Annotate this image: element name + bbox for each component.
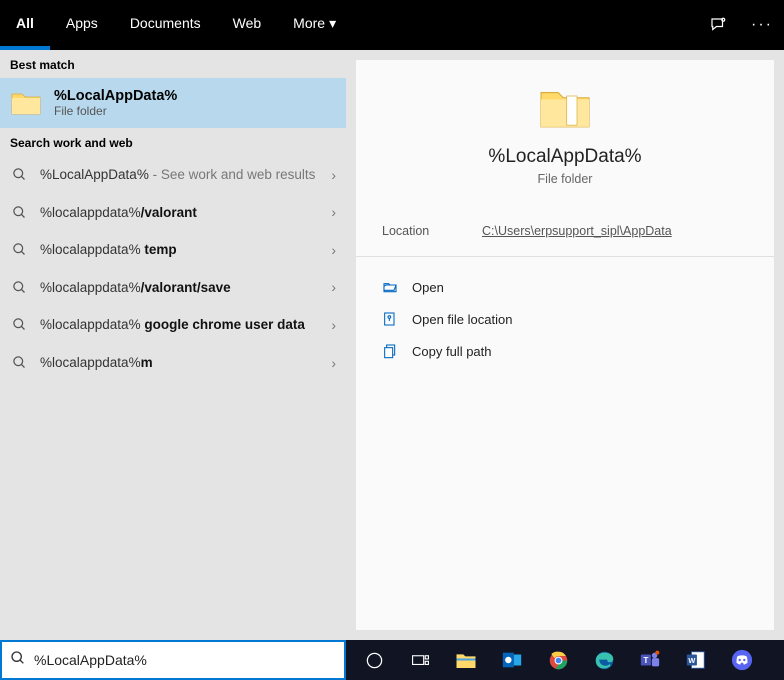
feedback-icon[interactable] <box>696 0 740 50</box>
action-open-location-label: Open file location <box>412 312 512 327</box>
taskbar-edge[interactable] <box>582 640 626 680</box>
action-copy-path[interactable]: Copy full path <box>378 335 752 367</box>
action-open-label: Open <box>412 280 444 295</box>
results-panel: Best match %LocalAppData% File folder Se… <box>0 50 346 640</box>
web-result[interactable]: %localappdata% google chrome user data › <box>0 306 346 344</box>
result-text: %localappdata%/valorant <box>40 204 319 222</box>
web-result[interactable]: %localappdata%/valorant › <box>0 194 346 232</box>
action-open-location[interactable]: Open file location <box>378 303 752 335</box>
chevron-right-icon[interactable]: › <box>331 355 336 371</box>
taskbar-outlook[interactable] <box>490 640 534 680</box>
options-icon[interactable]: ··· <box>740 0 784 50</box>
result-text: %localappdata% temp <box>40 241 319 259</box>
search-web-header: Search work and web <box>0 128 346 156</box>
location-label: Location <box>382 224 482 238</box>
tab-more-label: More <box>293 15 325 31</box>
chevron-right-icon[interactable]: › <box>331 317 336 333</box>
chevron-right-icon[interactable]: › <box>331 279 336 295</box>
svg-text:W: W <box>688 656 695 665</box>
open-location-icon <box>382 311 398 327</box>
web-result[interactable]: %localappdata%m › <box>0 344 346 382</box>
web-result[interactable]: %localappdata% temp › <box>0 231 346 269</box>
chevron-right-icon[interactable]: › <box>331 242 336 258</box>
folder-icon <box>10 89 42 117</box>
open-icon <box>382 279 398 295</box>
web-result[interactable]: %localappdata%/valorant/save › <box>0 269 346 307</box>
taskbar-word[interactable]: W <box>674 640 718 680</box>
search-icon <box>10 242 28 257</box>
preview-subtitle: File folder <box>538 172 593 186</box>
search-icon <box>10 650 26 671</box>
tab-all[interactable]: All <box>0 0 50 50</box>
location-row: Location C:\Users\erpsupport_sipl\AppDat… <box>356 206 774 257</box>
search-icon <box>10 355 28 370</box>
folder-icon <box>537 84 593 132</box>
result-text: %localappdata% google chrome user data <box>40 316 319 334</box>
svg-text:T: T <box>643 656 648 665</box>
tab-apps[interactable]: Apps <box>50 0 114 50</box>
chevron-right-icon[interactable]: › <box>331 167 336 183</box>
action-open[interactable]: Open <box>378 271 752 303</box>
location-link[interactable]: C:\Users\erpsupport_sipl\AppData <box>482 224 672 238</box>
preview-title: %LocalAppData% <box>488 146 641 168</box>
tab-documents[interactable]: Documents <box>114 0 217 50</box>
taskbar-chrome[interactable] <box>536 640 580 680</box>
copy-icon <box>382 343 398 359</box>
tab-more[interactable]: More ▾ <box>277 0 352 50</box>
search-icon <box>10 205 28 220</box>
taskbar-discord[interactable] <box>720 640 764 680</box>
taskbar: T W <box>346 640 784 680</box>
taskbar-explorer[interactable] <box>444 640 488 680</box>
chevron-right-icon[interactable]: › <box>331 204 336 220</box>
preview-panel: %LocalAppData% File folder Location C:\U… <box>356 60 774 630</box>
result-text: %localappdata%m <box>40 354 319 372</box>
best-match-header: Best match <box>0 50 346 78</box>
search-scope-tabs: All Apps Documents Web More ▾ ··· <box>0 0 784 50</box>
action-copy-path-label: Copy full path <box>412 344 492 359</box>
tab-web[interactable]: Web <box>217 0 278 50</box>
search-icon <box>10 167 28 182</box>
actions-list: Open Open file location Copy full path <box>356 257 774 381</box>
taskbar-taskview[interactable] <box>398 640 442 680</box>
result-text: %LocalAppData% - See work and web result… <box>40 166 319 184</box>
search-icon <box>10 280 28 295</box>
best-match-subtitle: File folder <box>54 104 177 118</box>
taskbar-teams[interactable]: T <box>628 640 672 680</box>
search-bar[interactable] <box>0 640 346 680</box>
taskbar-cortana[interactable] <box>352 640 396 680</box>
search-icon <box>10 317 28 332</box>
web-result[interactable]: %LocalAppData% - See work and web result… <box>0 156 346 194</box>
result-text: %localappdata%/valorant/save <box>40 279 319 297</box>
best-match-result[interactable]: %LocalAppData% File folder <box>0 78 346 128</box>
chevron-down-icon: ▾ <box>329 15 336 32</box>
best-match-title: %LocalAppData% <box>54 88 177 104</box>
search-input[interactable] <box>34 652 336 668</box>
